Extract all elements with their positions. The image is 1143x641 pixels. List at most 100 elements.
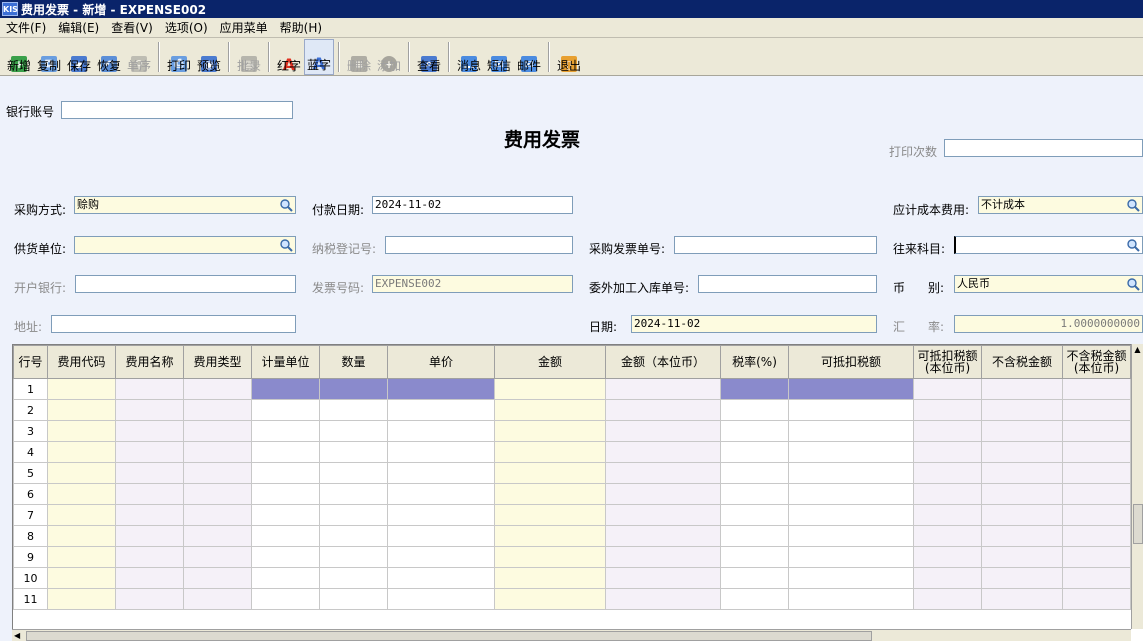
purchase-mode-field[interactable]: 赊购 [74,196,296,214]
lookup-icon[interactable] [279,238,293,252]
table-row[interactable]: 6 [13,483,1131,505]
col-header-expense-name[interactable]: 费用名称 [115,345,184,379]
menu-options[interactable]: 选项(O) [159,19,214,36]
grid-cell[interactable] [788,567,914,589]
preview-button[interactable]: ◉ 预览 [194,39,224,75]
blue-text-button[interactable]: A 蓝字 [304,39,334,75]
grid-cell[interactable] [387,420,495,442]
grid-cell[interactable] [183,420,252,442]
scroll-thumb[interactable] [26,631,872,641]
grid-cell[interactable] [788,504,914,526]
grid-cell[interactable] [913,588,982,610]
grid-cell[interactable] [720,399,789,421]
grid-cell[interactable] [1062,567,1131,589]
delete-button[interactable]: ≡ 删除 [344,39,374,75]
grid-cell[interactable] [605,588,721,610]
grid-cell[interactable] [387,399,495,421]
grid-cell[interactable] [319,420,388,442]
menu-apps[interactable]: 应用菜单 [214,19,274,36]
grid-cell[interactable] [115,462,184,484]
grid-cell[interactable] [605,462,721,484]
grid-cell[interactable] [605,483,721,505]
grid-cell[interactable] [251,588,320,610]
lookup-icon[interactable] [1126,198,1140,212]
grid-cell[interactable] [115,588,184,610]
grid-cell[interactable] [47,546,116,568]
grid-cell[interactable] [47,588,116,610]
grid-cell[interactable] [47,441,116,463]
grid-cell[interactable] [387,525,495,547]
grid-cell[interactable] [720,420,789,442]
grid-cell[interactable] [720,378,789,400]
grid-cell[interactable] [387,441,495,463]
grid-cell[interactable] [494,567,606,589]
grid-cell[interactable] [387,504,495,526]
grid-cell[interactable] [913,483,982,505]
grid-cell[interactable] [981,567,1063,589]
grid-cell[interactable] [47,504,116,526]
menu-file[interactable]: 文件(F) [0,19,52,36]
grid-cell[interactable] [494,588,606,610]
grid-cell[interactable] [788,546,914,568]
col-header-deductible-tax[interactable]: 可抵扣税额 [788,345,914,379]
grid-cell[interactable] [183,504,252,526]
grid-cell[interactable] [788,588,914,610]
grid-cell[interactable] [115,525,184,547]
grid-cell[interactable] [605,567,721,589]
grid-cell[interactable] [47,483,116,505]
grid-cell[interactable] [605,378,721,400]
grid-cell[interactable] [981,420,1063,442]
new-button[interactable]: + 新增 [4,39,34,75]
grid-cell[interactable] [913,420,982,442]
table-row[interactable]: 10 [13,567,1131,589]
grid-cell[interactable] [605,420,721,442]
grid-cell[interactable] [788,378,914,400]
print-button[interactable]: ⎙ 打印 [164,39,194,75]
grid-cell[interactable] [1062,483,1131,505]
grid-cell[interactable] [387,483,495,505]
table-row[interactable]: 1 [13,378,1131,400]
grid-cell[interactable] [981,462,1063,484]
grid-cell[interactable] [183,399,252,421]
col-header-net-amount-base[interactable]: 不含税金额(本位币) [1062,345,1131,379]
col-header-amount-base[interactable]: 金额（本位币） [605,345,721,379]
grid-cell[interactable] [251,441,320,463]
grid-cell[interactable] [319,504,388,526]
grid-cell[interactable] [605,504,721,526]
col-header-expense-type[interactable]: 费用类型 [183,345,252,379]
grid-cell[interactable] [183,462,252,484]
col-header-unit-price[interactable]: 单价 [387,345,495,379]
currency-field[interactable]: 人民币 [954,275,1143,293]
grid-cell[interactable] [605,546,721,568]
grid-cell[interactable] [1062,546,1131,568]
grid-cell[interactable] [913,378,982,400]
grid-cell[interactable] [981,546,1063,568]
grid-cell[interactable] [387,462,495,484]
grid-cell[interactable] [494,504,606,526]
grid-cell[interactable] [1062,420,1131,442]
col-header-net-amount[interactable]: 不含税金额 [981,345,1063,379]
grid-cell[interactable] [1062,378,1131,400]
col-header-expense-code[interactable]: 费用代码 [47,345,116,379]
save-button[interactable]: ▪ 保存 [64,39,94,75]
grid-cell[interactable] [183,483,252,505]
exit-button[interactable]: ▯ 退出 [554,39,584,75]
grid-cell[interactable] [720,546,789,568]
horizontal-scrollbar[interactable]: ◀ [12,629,1131,641]
grid-cell[interactable] [788,462,914,484]
grid-cell[interactable] [115,567,184,589]
bank-account-field[interactable] [61,101,293,119]
grid-cell[interactable] [183,525,252,547]
grid-cell[interactable] [720,567,789,589]
grid-cell[interactable] [319,483,388,505]
grid-cell[interactable] [115,546,184,568]
grid-cell[interactable] [981,399,1063,421]
grid-cell[interactable] [319,525,388,547]
table-row[interactable]: 11 [13,588,1131,610]
table-row[interactable]: 5 [13,462,1131,484]
grid-cell[interactable] [251,462,320,484]
scroll-thumb[interactable] [1133,504,1143,544]
grid-cell[interactable] [319,567,388,589]
grid-cell[interactable] [387,588,495,610]
grid-cell[interactable] [720,525,789,547]
